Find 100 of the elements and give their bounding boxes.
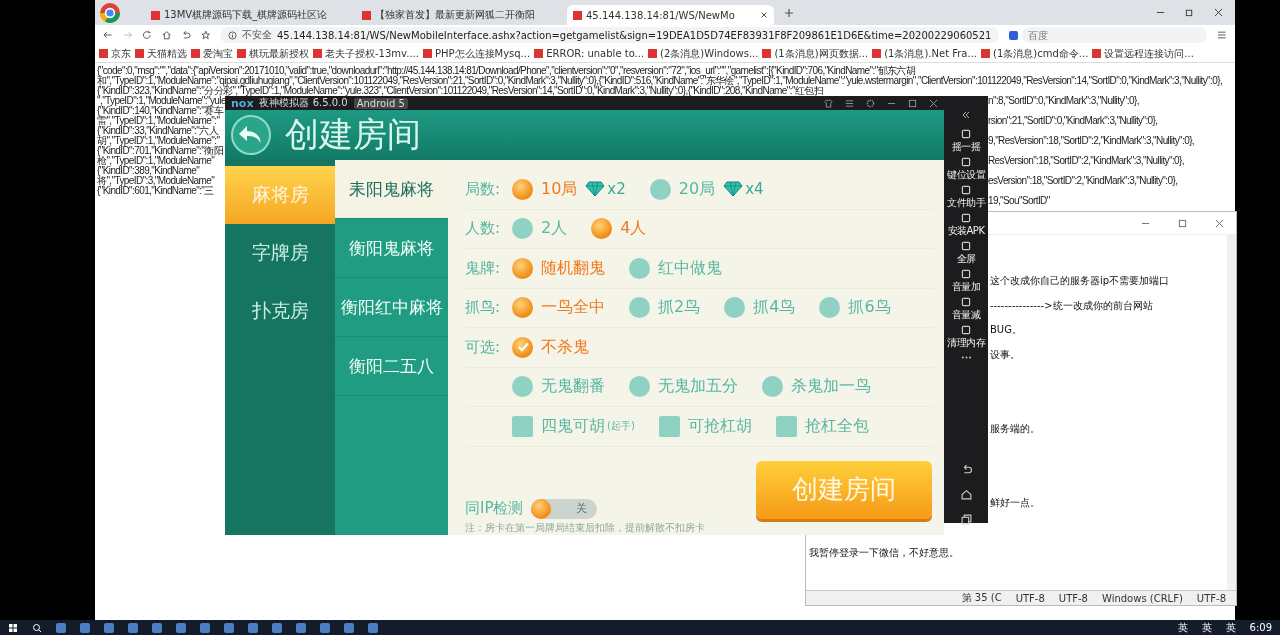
radio-button[interactable] bbox=[512, 218, 533, 240]
browser-logo-icon[interactable] bbox=[99, 1, 121, 24]
square-icon bbox=[960, 156, 972, 168]
input-method-label[interactable]: 英 bbox=[1201, 620, 1212, 635]
shirt-icon[interactable] bbox=[824, 98, 833, 108]
menu-icon[interactable] bbox=[845, 98, 854, 108]
settings-icon[interactable] bbox=[866, 98, 875, 108]
taskbar-app-icon[interactable] bbox=[80, 622, 90, 633]
reload-icon[interactable] bbox=[142, 30, 152, 40]
game-tab[interactable]: 耒阳鬼麻将 bbox=[335, 160, 448, 219]
sidebar-tool[interactable]: 音量加 bbox=[951, 268, 981, 292]
radio-button[interactable] bbox=[512, 178, 533, 200]
taskbar-app-icon[interactable] bbox=[272, 622, 282, 633]
maximize-icon[interactable] bbox=[1178, 218, 1187, 228]
radio-button[interactable] bbox=[629, 257, 650, 279]
bookmark-link[interactable]: 天猫精选 bbox=[135, 46, 187, 61]
taskbar-app-icon[interactable] bbox=[56, 622, 66, 633]
option-text: 可抢杠胡 bbox=[687, 415, 752, 437]
taskbar-app-icon[interactable] bbox=[224, 622, 234, 633]
radio-button[interactable] bbox=[819, 297, 841, 319]
star-icon[interactable] bbox=[200, 30, 210, 40]
back-arrow-icon[interactable] bbox=[103, 30, 113, 40]
bookmark-link[interactable]: (1条消息)cmd命令... bbox=[981, 46, 1089, 61]
bookmark-link[interactable]: (1条消息)网页数据... bbox=[762, 46, 869, 61]
taskbar-app-icon[interactable] bbox=[176, 622, 186, 633]
option-note: (起手) bbox=[607, 419, 635, 434]
taskbar-app-icon[interactable] bbox=[296, 622, 306, 633]
bookmark-link[interactable]: 爱淘宝 bbox=[191, 46, 233, 61]
taskbar-app-icon[interactable] bbox=[200, 622, 210, 633]
input-method-label[interactable]: 英 bbox=[1225, 620, 1236, 635]
taskbar-app-icon[interactable] bbox=[344, 622, 354, 633]
radio-button[interactable] bbox=[512, 257, 533, 279]
undo-icon[interactable] bbox=[181, 30, 191, 40]
maximize-icon[interactable] bbox=[908, 98, 917, 108]
clock-text: 6:09 bbox=[1249, 622, 1272, 633]
checkbox[interactable] bbox=[512, 376, 533, 398]
android-badge: Android 5 bbox=[353, 97, 408, 109]
browser-tab[interactable]: 13MV棋牌源码下载_棋牌源码社区论 bbox=[145, 5, 352, 25]
checkbox[interactable] bbox=[762, 376, 783, 398]
radio-button[interactable] bbox=[629, 297, 650, 319]
bookmark-link[interactable]: (1条消息).Net Fra... bbox=[872, 46, 978, 61]
bookmark-link[interactable]: 老夫子授权-13mv.... bbox=[313, 46, 419, 61]
double-chevron-icon[interactable] bbox=[961, 110, 971, 120]
option-text: 一鸟全中 bbox=[541, 297, 605, 319]
checkbox[interactable] bbox=[512, 336, 533, 358]
radio-button[interactable] bbox=[724, 297, 746, 319]
bookmark-link[interactable]: 京东 bbox=[99, 46, 131, 61]
taskbar-app-icon[interactable] bbox=[320, 622, 330, 633]
sidebar-tool[interactable]: 音量减 bbox=[951, 296, 981, 320]
menu-icon[interactable] bbox=[1217, 30, 1227, 40]
search-icon[interactable] bbox=[32, 622, 42, 633]
address-bar[interactable]: 不安全 45.144.138.14:81/WS/NewMobileInterface.ashx?action=getgamelist&sign=19DEA1D5D74EF83931F8F209861E1D6E&time=20200229060521 bbox=[220, 27, 1000, 43]
search-engine-icon[interactable] bbox=[1009, 30, 1019, 40]
sidebar-tool[interactable]: 键位设置 bbox=[947, 156, 985, 180]
restore-icon[interactable] bbox=[1185, 8, 1194, 17]
new-tab-icon[interactable] bbox=[784, 7, 794, 18]
close-tab-icon[interactable] bbox=[760, 11, 768, 19]
input-method-label[interactable]: 英 bbox=[1177, 620, 1188, 635]
taskbar-app-icon[interactable] bbox=[248, 622, 258, 633]
note-text: 注：房卡在第一局牌局结束后扣除，提前解散不扣房卡 bbox=[465, 520, 706, 535]
checkbox[interactable] bbox=[629, 376, 650, 398]
category-tab[interactable]: 扑克房 bbox=[225, 282, 335, 340]
radio-button[interactable] bbox=[512, 297, 533, 319]
taskbar-app-icon[interactable] bbox=[104, 622, 114, 633]
close-icon[interactable] bbox=[1215, 218, 1224, 228]
close-icon[interactable] bbox=[929, 98, 938, 108]
sidebar-tool[interactable]: 文件助手 bbox=[947, 184, 985, 208]
status-text: 第 35 (C bbox=[961, 591, 1002, 605]
toggle-switch[interactable]: 关 bbox=[531, 498, 598, 519]
radio-button[interactable] bbox=[649, 178, 671, 200]
sidebar-tool[interactable]: 摇一摇 bbox=[951, 128, 981, 152]
checkbox[interactable] bbox=[775, 415, 797, 437]
status-text: UTF-8 bbox=[1015, 592, 1045, 604]
taskbar-app-icon[interactable] bbox=[152, 622, 162, 633]
bookmark-link[interactable]: ERROR: unable to... bbox=[534, 48, 645, 59]
taskbar-app-icon[interactable] bbox=[368, 622, 378, 633]
sidebar-tool[interactable]: 安装APK bbox=[947, 212, 985, 236]
browser-tab[interactable]: 【独家首发】最新更新网狐二开衡阳 bbox=[356, 5, 563, 25]
checkbox[interactable] bbox=[658, 415, 680, 437]
taskbar-app-icon[interactable] bbox=[128, 622, 138, 633]
bookmark-link[interactable]: 棋玩最新授权 bbox=[237, 46, 309, 61]
sidebar-tool[interactable]: 清理内存 bbox=[947, 324, 985, 348]
square-icon bbox=[960, 296, 972, 308]
search-field[interactable]: 百度 bbox=[1022, 27, 1208, 43]
recent-apps-icon[interactable] bbox=[960, 513, 972, 525]
category-tab[interactable]: 字牌房 bbox=[225, 224, 335, 282]
checkbox[interactable] bbox=[512, 415, 533, 437]
windows-logo-icon[interactable] bbox=[8, 622, 18, 633]
status-text: UTF-8 bbox=[1196, 592, 1226, 604]
info-icon[interactable] bbox=[228, 30, 237, 40]
close-icon[interactable] bbox=[1214, 8, 1223, 17]
bookmark-link[interactable]: 设置远程连接访问... bbox=[1092, 46, 1194, 61]
sidebar-tool[interactable]: 全屏 bbox=[956, 240, 976, 264]
bookmark-link[interactable]: (2条消息)Windows... bbox=[648, 46, 759, 61]
scrollbar[interactable] bbox=[1227, 235, 1236, 590]
square-icon bbox=[960, 212, 972, 224]
browser-tab[interactable]: 45.144.138.14:81/WS/NewMo bbox=[567, 5, 774, 25]
home-icon[interactable] bbox=[161, 30, 171, 40]
bookmark-link[interactable]: PHP怎么连接Mysq... bbox=[422, 46, 531, 61]
radio-button[interactable] bbox=[591, 218, 613, 240]
